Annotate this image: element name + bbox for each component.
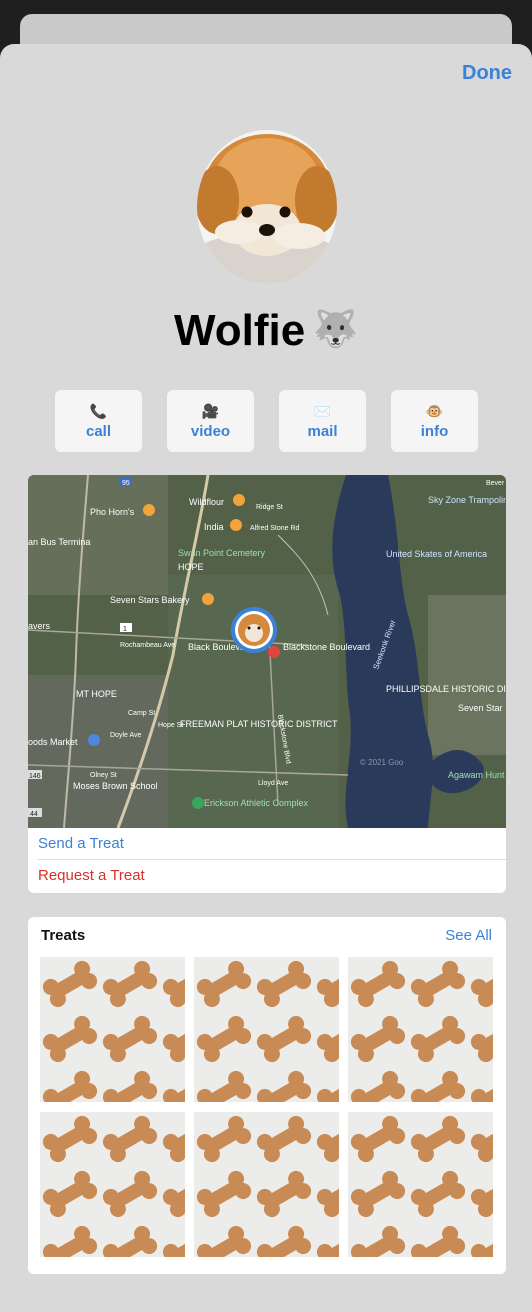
see-all-link[interactable]: See All bbox=[445, 927, 492, 944]
divider bbox=[38, 859, 506, 860]
map-label: Pho Horn's bbox=[90, 507, 135, 517]
satellite-map[interactable]: Pho Horn's Wildflour Ridge St India Alfr… bbox=[28, 475, 506, 828]
map-label: Sky Zone Trampoline Park bbox=[428, 495, 506, 505]
send-treat-link[interactable]: Send a Treat bbox=[38, 835, 124, 852]
treat-thumbnail[interactable] bbox=[40, 957, 185, 1102]
video-button[interactable]: 🎥 video bbox=[167, 390, 254, 452]
map-label: Wildflour bbox=[189, 497, 224, 507]
phone-icon: 📞 bbox=[89, 402, 108, 419]
map-label: Bever bbox=[486, 480, 505, 487]
treats-card: Treats See All bbox=[28, 917, 506, 1274]
treat-thumbnail[interactable] bbox=[40, 1112, 185, 1257]
wolf-icon: 🐺 bbox=[313, 308, 358, 349]
map-label: an Bus Termina bbox=[28, 537, 90, 547]
envelope-icon: ✉️ bbox=[313, 402, 332, 419]
action-buttons: 📞 call 🎥 video ✉️ mail 🐵 info bbox=[55, 390, 478, 452]
map-label: Doyle Ave bbox=[110, 732, 141, 739]
map-label: MT HOPE bbox=[76, 689, 117, 699]
map-label: Alfred Stone Rd bbox=[250, 525, 300, 532]
map-label: FREEMAN PLAT HISTORIC DISTRICT bbox=[180, 719, 338, 729]
video-camera-icon: 🎥 bbox=[201, 402, 220, 419]
map-label: 44 bbox=[30, 811, 38, 818]
map-label: United Skates of America bbox=[386, 549, 487, 559]
mail-label: mail bbox=[307, 422, 338, 440]
treat-thumbnail[interactable] bbox=[194, 1112, 339, 1257]
map-label: Agawam Hunt bbox=[448, 770, 505, 780]
map-label: avers bbox=[28, 621, 51, 631]
treat-thumbnail[interactable] bbox=[348, 957, 493, 1102]
map-label: Erickson Athletic Complex bbox=[204, 798, 309, 808]
contact-name: Wolfie 🐺 bbox=[0, 306, 532, 356]
treats-title: Treats bbox=[41, 927, 86, 944]
map-label: Lloyd Ave bbox=[258, 780, 288, 787]
map-label: oods Market bbox=[28, 737, 78, 747]
map-label: Moses Brown School bbox=[73, 781, 158, 791]
map-label: HOPE bbox=[178, 562, 204, 572]
map-label: Ridge St bbox=[256, 504, 283, 511]
contact-name-text: Wolfie bbox=[173, 306, 306, 355]
request-treat-link[interactable]: Request a Treat bbox=[38, 867, 145, 884]
map-label: Olney St bbox=[90, 772, 117, 779]
map-label: PHILLIPSDALE HISTORIC DISTRICT bbox=[386, 684, 506, 694]
info-button[interactable]: 🐵 info bbox=[391, 390, 478, 452]
done-button[interactable]: Done bbox=[462, 62, 512, 85]
map-label: Seven Star bbox=[458, 703, 503, 713]
monkey-icon: 🐵 bbox=[425, 402, 444, 419]
call-button[interactable]: 📞 call bbox=[55, 390, 142, 452]
map-label: Rochambeau Ave bbox=[120, 642, 175, 649]
contact-sheet: Done Wolfie 🐺 📞 call 🎥 video ✉️ mail 🐵 i… bbox=[0, 44, 532, 1312]
info-label: info bbox=[420, 422, 449, 440]
map-attribution: © 2021 Goo bbox=[360, 758, 404, 767]
avatar bbox=[197, 130, 337, 284]
treat-thumbnail[interactable] bbox=[194, 957, 339, 1102]
map-label: Blackstone Boulevard bbox=[283, 642, 370, 652]
map-label: Swan Point Cemetery bbox=[178, 548, 266, 558]
video-label: video bbox=[190, 422, 231, 440]
map-label: 146 bbox=[29, 773, 41, 780]
call-label: call bbox=[85, 422, 112, 440]
map-label: India bbox=[204, 522, 224, 532]
location-pin[interactable] bbox=[231, 607, 277, 653]
map-label: Seven Stars Bakery bbox=[110, 595, 190, 605]
map-label: Camp St bbox=[128, 710, 155, 717]
mail-button[interactable]: ✉️ mail bbox=[279, 390, 366, 452]
location-card: Pho Horn's Wildflour Ridge St India Alfr… bbox=[28, 475, 506, 893]
dog-photo bbox=[197, 130, 337, 284]
map-label: 1 bbox=[123, 626, 127, 633]
map-label: 95 bbox=[122, 480, 130, 487]
treat-thumbnail[interactable] bbox=[348, 1112, 493, 1257]
